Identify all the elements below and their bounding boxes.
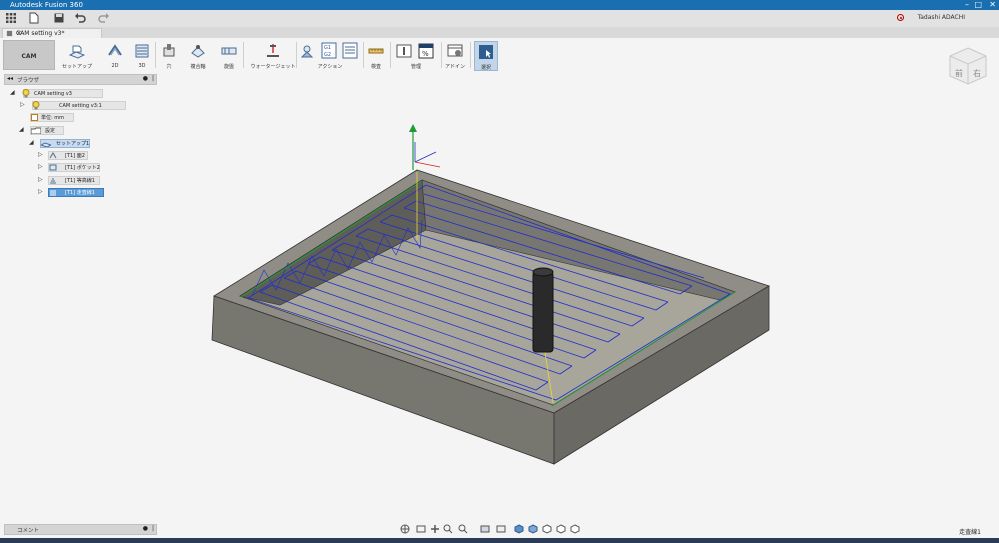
addins-tool[interactable]: アドイン bbox=[444, 41, 466, 71]
lightbulb-icon[interactable] bbox=[22, 89, 30, 98]
contour-operation-icon bbox=[50, 178, 56, 184]
collapse-triangle-icon[interactable]: ◢ bbox=[10, 89, 15, 96]
look-at-icon[interactable] bbox=[416, 524, 426, 534]
grid-settings-icon[interactable] bbox=[496, 524, 506, 534]
zoom-icon[interactable] bbox=[443, 524, 453, 534]
2d-milling-icon bbox=[108, 44, 122, 56]
cutting-tool-top bbox=[532, 267, 554, 277]
lightbulb-icon[interactable] bbox=[32, 101, 40, 110]
measure-icon bbox=[368, 48, 384, 54]
display-settings-icon[interactable] bbox=[480, 524, 490, 534]
tool-library-icon bbox=[396, 44, 412, 58]
close-tab-icon[interactable]: × bbox=[16, 29, 98, 37]
collapse-panel-icon[interactable]: ◂◂ bbox=[7, 75, 13, 82]
workspace-label: CAM bbox=[21, 53, 37, 60]
actions-tool[interactable]: G1 G2 アクション bbox=[300, 41, 360, 71]
svg-text:%: % bbox=[422, 50, 429, 58]
view-cube-home-icon[interactable] bbox=[514, 524, 524, 534]
browser-title: ブラウザ bbox=[17, 78, 40, 84]
add-comment-icon[interactable]: ● bbox=[143, 525, 148, 532]
view-iso-icon[interactable] bbox=[570, 524, 580, 534]
panel-pin-icon[interactable]: | bbox=[152, 75, 154, 82]
expand-triangle-icon[interactable]: ▷ bbox=[38, 151, 43, 158]
expand-triangle-icon[interactable]: ▷ bbox=[38, 188, 43, 195]
cutting-tool bbox=[532, 271, 554, 353]
face-operation-icon bbox=[49, 152, 57, 159]
manage-tool[interactable]: % 管理 bbox=[394, 41, 438, 71]
panel-options-icon[interactable]: ● bbox=[143, 75, 148, 82]
expand-triangle-icon[interactable]: ▷ bbox=[20, 101, 25, 108]
addins-icon bbox=[447, 44, 463, 57]
svg-text:G1: G1 bbox=[324, 45, 331, 51]
collapse-triangle-icon[interactable]: ◢ bbox=[19, 126, 24, 133]
minimize-button[interactable]: – bbox=[965, 0, 969, 10]
pocket-operation-icon bbox=[49, 164, 57, 171]
expand-triangle-icon[interactable]: ▷ bbox=[38, 176, 43, 183]
selection-status: 走査線1 bbox=[959, 529, 981, 536]
user-account[interactable]: Tadashi ADACHI bbox=[918, 14, 965, 21]
setup-icon bbox=[41, 142, 51, 147]
svg-text:G2: G2 bbox=[324, 52, 331, 58]
multi-axis-icon bbox=[191, 45, 205, 58]
comments-title: コメント bbox=[17, 528, 40, 534]
tree-item-label: CAM setting v3:1 bbox=[32, 101, 126, 110]
select-tool[interactable]: 選択 bbox=[474, 41, 498, 71]
workspace-switcher[interactable]: CAM bbox=[3, 40, 55, 70]
viewcube-front-label: 前 bbox=[955, 68, 963, 78]
setup-icon bbox=[69, 45, 85, 59]
model-viewport[interactable] bbox=[160, 120, 780, 470]
maximize-button[interactable]: □ bbox=[974, 0, 982, 10]
lathe-icon bbox=[221, 47, 237, 55]
close-button[interactable]: ✕ bbox=[989, 0, 996, 10]
drill-icon bbox=[163, 44, 175, 57]
view-top-icon[interactable] bbox=[542, 524, 552, 534]
view-right-icon[interactable] bbox=[556, 524, 566, 534]
viewcube[interactable]: 前 右 bbox=[946, 44, 990, 88]
pan-icon[interactable] bbox=[430, 524, 440, 534]
redo-icon[interactable] bbox=[98, 12, 110, 24]
setup-sheet-icon bbox=[342, 42, 358, 59]
save-icon[interactable] bbox=[53, 12, 65, 24]
3d-milling-icon bbox=[135, 44, 149, 58]
apps-grid-icon[interactable] bbox=[5, 12, 17, 24]
setup-folder-icon bbox=[31, 127, 41, 134]
units-document-icon bbox=[31, 114, 38, 121]
multi-axis-tool[interactable]: 複合軸 bbox=[186, 41, 210, 71]
document-icon bbox=[6, 30, 13, 37]
turning-tool[interactable]: 旋盤 bbox=[218, 41, 240, 71]
browser-panel-header[interactable]: ◂◂ ブラウザ ● | bbox=[4, 74, 157, 85]
viewcube-right-label: 右 bbox=[973, 68, 981, 78]
inspect-tool[interactable]: 検査 bbox=[366, 41, 386, 71]
setup-tool[interactable]: セットアップ bbox=[60, 41, 94, 71]
quick-access-toolbar: Tadashi ADACHI bbox=[0, 10, 999, 28]
select-arrow-icon bbox=[479, 45, 493, 59]
comments-panel-header[interactable]: コメント ● | bbox=[4, 524, 157, 535]
undo-icon[interactable] bbox=[74, 12, 86, 24]
simulate-icon bbox=[300, 45, 314, 58]
expand-triangle-icon[interactable]: ▷ bbox=[38, 163, 43, 170]
template-library-icon: % bbox=[418, 43, 434, 59]
os-taskbar bbox=[0, 538, 999, 543]
record-icon[interactable] bbox=[897, 14, 904, 21]
waterjet-icon bbox=[267, 44, 279, 57]
file-icon[interactable] bbox=[28, 12, 40, 24]
document-tab[interactable]: CAM setting v3* × bbox=[2, 28, 102, 38]
title-bar: Autodesk Fusion 360 – □ ✕ bbox=[0, 0, 999, 10]
document-tab-bar: CAM setting v3* × bbox=[0, 27, 999, 38]
navigation-bar bbox=[398, 523, 598, 536]
fit-icon[interactable] bbox=[458, 524, 468, 534]
view-front-icon[interactable] bbox=[528, 524, 538, 534]
orbit-icon[interactable] bbox=[400, 524, 410, 534]
parallel-operation-icon bbox=[50, 190, 56, 196]
collapse-triangle-icon[interactable]: ◢ bbox=[29, 139, 34, 146]
tree-item-label: CAM setting v3 bbox=[23, 89, 103, 98]
window-title: Autodesk Fusion 360 bbox=[10, 1, 83, 9]
post-process-icon: G1G2 bbox=[321, 42, 337, 59]
panel-pin-icon[interactable]: | bbox=[152, 525, 154, 532]
